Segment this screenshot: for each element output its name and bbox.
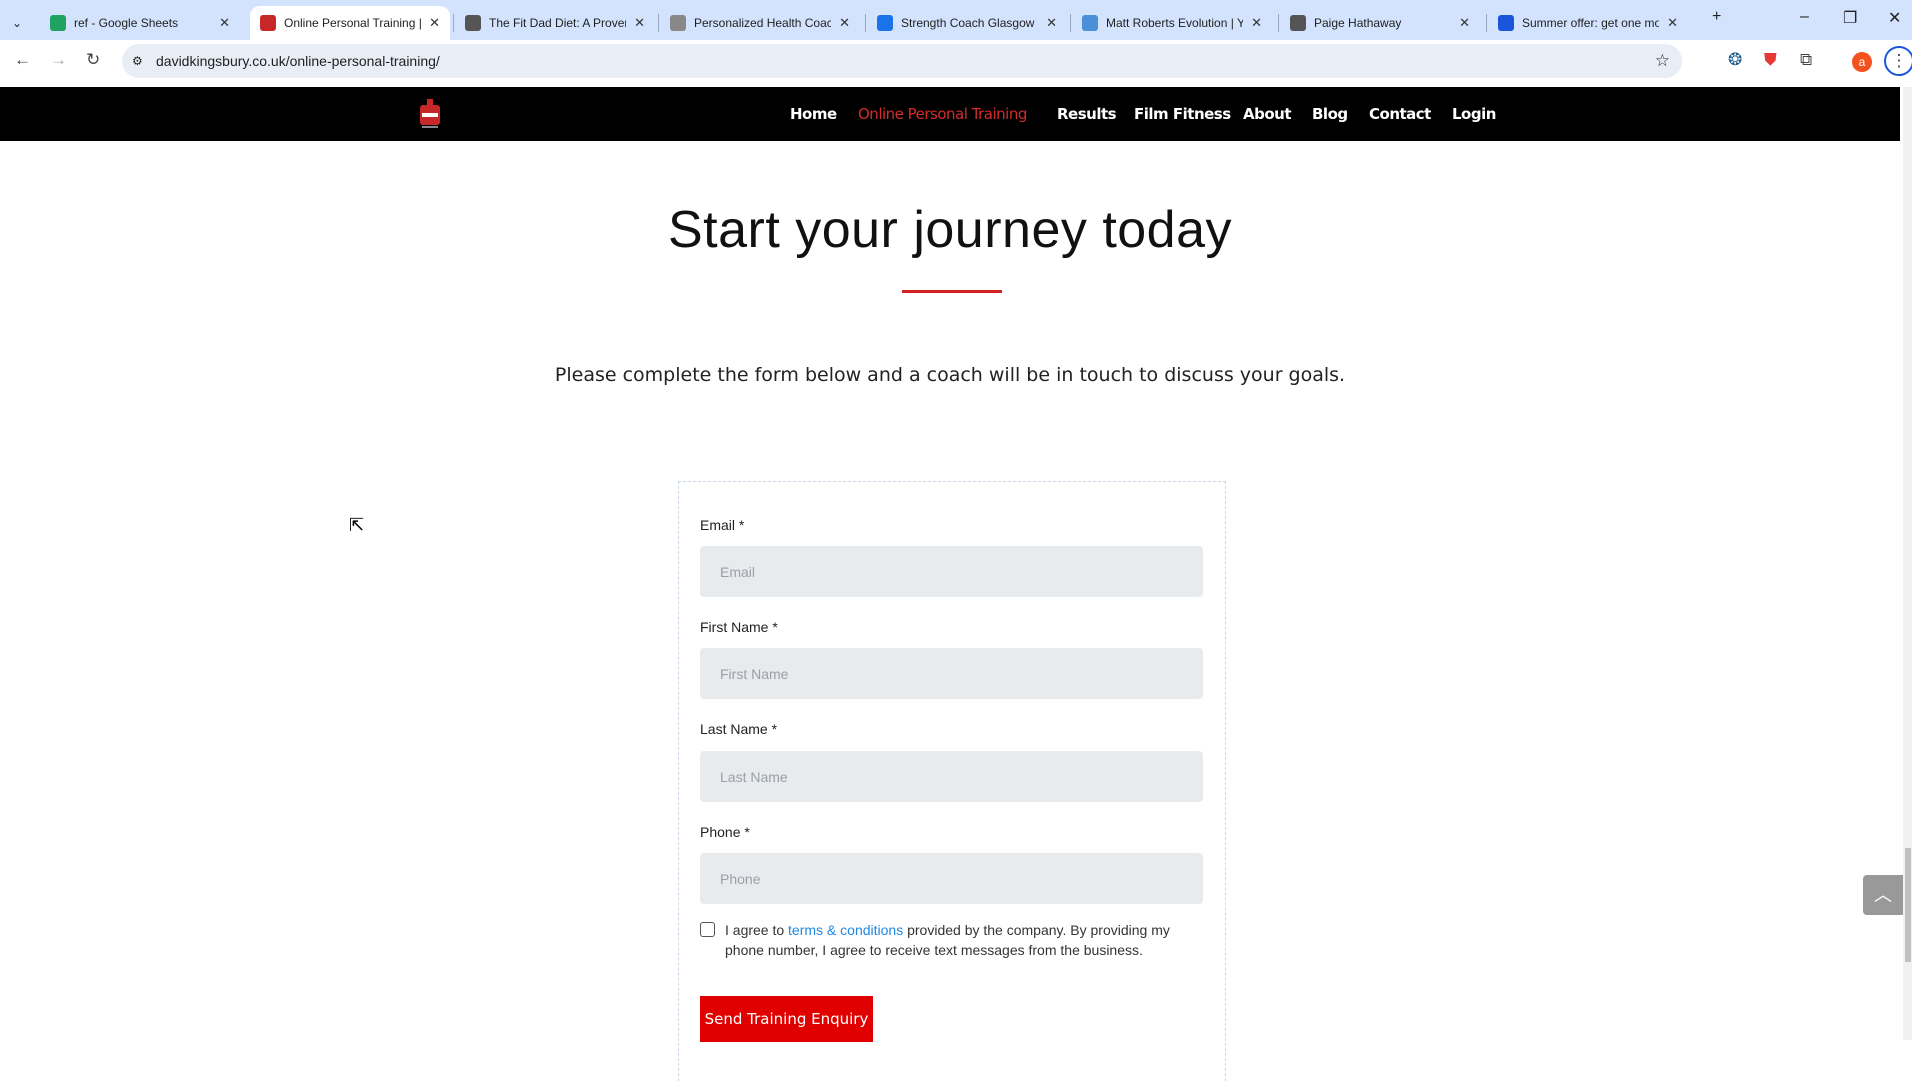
offer-icon: [1498, 15, 1514, 31]
scrollbar-thumb[interactable]: [1905, 848, 1911, 962]
tab-search-button[interactable]: ⌄: [4, 6, 36, 40]
nav-contact[interactable]: Contact: [1369, 105, 1431, 123]
adblock-icon[interactable]: ⛊: [1764, 50, 1777, 70]
new-tab-button[interactable]: +: [1712, 8, 1721, 26]
reload-icon[interactable]: ↻: [86, 50, 100, 70]
last-name-field[interactable]: [700, 751, 1203, 802]
extensions-puzzle-icon[interactable]: ⧉: [1800, 50, 1812, 70]
mouse-cursor-icon: ⇱: [349, 515, 365, 535]
m-icon: [1082, 15, 1098, 31]
close-tab-icon[interactable]: ✕: [1046, 15, 1057, 31]
back-icon[interactable]: ←: [14, 50, 31, 70]
nav-home[interactable]: Home: [790, 105, 837, 123]
close-window-button[interactable]: ✕: [1888, 8, 1901, 28]
bookmark-star-icon[interactable]: ☆: [1655, 51, 1670, 71]
page-subtitle: Please complete the form below and a coa…: [554, 364, 1346, 386]
minimize-button[interactable]: –: [1800, 8, 1809, 26]
kingsbury-icon: [260, 15, 276, 31]
nav-film-fitness[interactable]: Film Fitness: [1134, 105, 1231, 123]
last-name-label: Last Name *: [700, 721, 778, 737]
kingsbury-logo[interactable]: [416, 99, 444, 129]
email-label: Email *: [700, 517, 745, 533]
tab-7[interactable]: Paige Hathaway ✕: [1280, 6, 1480, 40]
first-name-field[interactable]: [700, 648, 1203, 699]
tab-4[interactable]: Personalized Health Coach ✕: [660, 6, 860, 40]
close-tab-icon[interactable]: ✕: [839, 15, 850, 31]
extension-icon[interactable]: ❂: [1728, 50, 1742, 70]
nav-about[interactable]: About: [1243, 105, 1292, 123]
phone-field[interactable]: [700, 853, 1203, 904]
nav-blog[interactable]: Blog: [1312, 105, 1348, 123]
nav-login[interactable]: Login: [1452, 105, 1496, 123]
profile-avatar[interactable]: a: [1852, 52, 1872, 72]
tab-3[interactable]: The Fit Dad Diet: A Proven ✕: [455, 6, 655, 40]
health-icon: [670, 15, 686, 31]
nav-online-personal-training[interactable]: Online Personal Training: [858, 105, 1027, 123]
s-icon: [877, 15, 893, 31]
terms-link[interactable]: terms & conditions: [788, 922, 903, 938]
tab-separator: [453, 14, 454, 32]
tab-separator: [658, 14, 659, 32]
address-bar-row: ← → ↻ ⚙ davidkingsbury.co.uk/online-pers…: [0, 40, 1912, 86]
terms-text: I agree to terms & conditions provided b…: [725, 922, 1170, 958]
close-tab-icon[interactable]: ✕: [429, 15, 440, 31]
send-enquiry-button[interactable]: Send Training Enquiry: [700, 996, 873, 1042]
restore-button[interactable]: ❐: [1843, 8, 1857, 28]
terms-checkbox[interactable]: [700, 922, 715, 937]
close-tab-icon[interactable]: ✕: [1667, 15, 1678, 31]
forward-icon[interactable]: →: [50, 50, 67, 70]
globe-icon: [465, 15, 481, 31]
close-tab-icon[interactable]: ✕: [219, 15, 230, 31]
close-tab-icon[interactable]: ✕: [1251, 15, 1262, 31]
tab-8[interactable]: Summer offer: get one mo ✕: [1488, 6, 1688, 40]
tab-6[interactable]: Matt Roberts Evolution | Y ✕: [1072, 6, 1272, 40]
tab-2[interactable]: Online Personal Training | ✕: [250, 6, 450, 40]
page-title: Start your journey today: [667, 201, 1233, 259]
tab-separator: [865, 14, 866, 32]
tab-separator: [1278, 14, 1279, 32]
site-info-icon[interactable]: ⚙: [132, 54, 143, 68]
scroll-to-top-button[interactable]: ︿: [1863, 875, 1903, 915]
chevron-up-icon: ︿: [1874, 885, 1892, 905]
site-nav: Home Online Personal Training Results Fi…: [0, 87, 1900, 141]
tab-separator: [1070, 14, 1071, 32]
sheets-icon: [50, 15, 66, 31]
close-tab-icon[interactable]: ✕: [634, 15, 645, 31]
close-tab-icon[interactable]: ✕: [1459, 15, 1470, 31]
phone-label: Phone *: [700, 824, 750, 840]
tab-bar: ⌄ ref - Google Sheets ✕ Online Personal Tr…: [0, 0, 1912, 40]
tab-1[interactable]: ref - Google Sheets ✕: [40, 6, 240, 40]
email-field[interactable]: [700, 546, 1203, 597]
nav-results[interactable]: Results: [1057, 105, 1117, 123]
tab-5[interactable]: Strength Coach Glasgow - ✕: [867, 6, 1067, 40]
tab-separator: [1486, 14, 1487, 32]
url-input[interactable]: ⚙ davidkingsbury.co.uk/online-personal-t…: [122, 44, 1682, 78]
globe-icon: [1290, 15, 1306, 31]
title-divider: [902, 290, 1002, 293]
menu-kebab-icon[interactable]: ⋮: [1884, 46, 1912, 76]
first-name-label: First Name *: [700, 619, 778, 635]
